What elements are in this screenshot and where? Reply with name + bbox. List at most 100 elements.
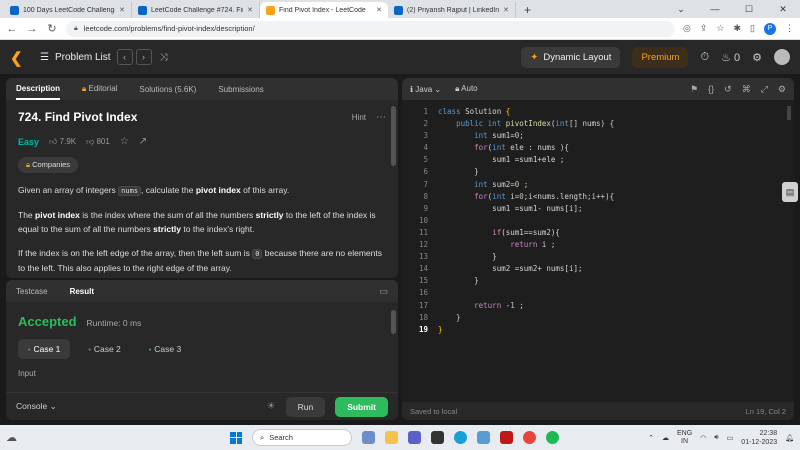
next-problem-button[interactable]: ›: [135, 49, 152, 65]
store-app-icon[interactable]: [431, 431, 444, 444]
sidebar-icon[interactable]: ▯: [750, 23, 755, 34]
problem-list-button[interactable]: ☰ Problem List: [40, 52, 111, 63]
chevron-down-icon: ⌄: [49, 401, 57, 411]
case-tab-3[interactable]: • Case 3: [139, 339, 191, 359]
debugger-bug-icon[interactable]: ☀: [267, 401, 276, 412]
close-window-button[interactable]: ✕: [766, 0, 800, 18]
case-tab-label: Case 1: [33, 344, 61, 354]
settings-app-icon[interactable]: [477, 431, 490, 444]
fullscreen-icon[interactable]: ⤢: [761, 84, 768, 95]
chevron-up-icon[interactable]: ⌃: [648, 434, 654, 442]
thumbs-down-icon: 👎︎: [86, 136, 95, 146]
timer-icon[interactable]: ⏱: [700, 51, 709, 64]
windows-start-icon[interactable]: [230, 431, 242, 444]
notification-bell-icon[interactable]: 🔔︎: [785, 434, 794, 442]
more-options-icon[interactable]: ⋯: [376, 112, 386, 123]
like-button[interactable]: 👍︎ 7.9K: [49, 137, 76, 147]
braces-format-icon[interactable]: {}: [708, 84, 714, 95]
bookmark-icon[interactable]: ⚑: [690, 84, 698, 95]
result-scrollbar[interactable]: [391, 310, 396, 334]
edge-browser-icon[interactable]: [454, 431, 467, 444]
side-note-icon[interactable]: ▤: [782, 182, 798, 202]
extensions-icon[interactable]: ✱: [734, 23, 742, 34]
editor-scrollbar[interactable]: [787, 106, 791, 120]
leetcode-logo-icon[interactable]: ❮: [10, 49, 26, 67]
console-toggle[interactable]: Console ⌄: [16, 401, 57, 412]
favorite-star-icon[interactable]: ☆: [120, 136, 129, 147]
share-icon[interactable]: ⇪: [700, 23, 708, 34]
weather-icon[interactable]: ☁: [6, 431, 17, 444]
user-avatar[interactable]: [774, 49, 790, 65]
dynamic-layout-button[interactable]: ✦ Dynamic Layout: [521, 46, 621, 68]
tab-description[interactable]: Description: [16, 78, 61, 100]
close-icon[interactable]: ✕: [247, 6, 253, 14]
google-lens-icon[interactable]: ◎: [683, 23, 691, 34]
wifi-icon[interactable]: ◠: [700, 434, 706, 442]
language-indicator[interactable]: ENG IN: [677, 430, 692, 446]
browser-tab-2[interactable]: LeetCode Challenge #724. Find ... ✕: [132, 2, 260, 18]
shuffle-icon[interactable]: ⤨: [160, 52, 168, 63]
code-line: 13 }: [418, 252, 497, 262]
tab-submissions[interactable]: Submissions: [218, 85, 263, 94]
prev-problem-button[interactable]: ‹: [116, 49, 133, 65]
os-taskbar: ☁ ⌕ Search ⌃ ☁ ENG IN ◠ 🔊︎ ▭ 22:38 01-12-2…: [0, 425, 800, 450]
run-button[interactable]: Run: [285, 396, 326, 417]
language-selector[interactable]: ℹ︎ Java ⌄: [410, 85, 441, 94]
browser-tab-1[interactable]: 100 Days LeetCode Challenge - ... ✕: [4, 2, 132, 18]
minimize-button[interactable]: —: [698, 0, 732, 18]
reload-icon[interactable]: ↻: [46, 22, 58, 35]
expand-panel-icon[interactable]: ▭: [379, 286, 388, 297]
chevron-down-icon[interactable]: ⌄: [664, 0, 698, 18]
volume-icon[interactable]: 🔊︎: [714, 434, 718, 442]
browser-tab-3[interactable]: Find Pivot Index - LeetCode ✕: [260, 2, 388, 18]
clock[interactable]: 22:38 01-12-2023: [741, 429, 777, 447]
streak-counter[interactable]: ♨ 0: [721, 51, 740, 64]
code-area[interactable]: 1 class Solution { 2 public int pivotInde…: [402, 106, 794, 336]
auto-mode-toggle[interactable]: 🔒︎ Auto: [455, 84, 478, 94]
description-paragraph-1: Given an array of integers nums, calcula…: [18, 185, 290, 196]
profile-avatar[interactable]: P: [764, 22, 776, 35]
case-tab-2[interactable]: • Case 2: [78, 339, 130, 359]
lang-line-1: ENG: [676, 429, 693, 437]
companies-tag[interactable]: 🔒︎ Companies: [18, 157, 79, 173]
problem-title: 724. Find Pivot Index: [18, 110, 138, 124]
onedrive-icon[interactable]: ☁: [662, 434, 669, 442]
description-scrollbar[interactable]: [391, 106, 396, 166]
premium-button[interactable]: Premium: [632, 46, 689, 68]
file-explorer-icon[interactable]: [385, 431, 398, 444]
tab-solutions[interactable]: Solutions (5.6K): [139, 85, 196, 94]
hint-button[interactable]: Hint: [352, 113, 366, 122]
teams-app-icon[interactable]: [408, 431, 421, 444]
bookmark-star-icon[interactable]: ☆: [716, 23, 724, 34]
case-tab-1[interactable]: • Case 1: [18, 339, 71, 359]
chrome-browser-icon[interactable]: [523, 431, 536, 444]
close-icon[interactable]: ✕: [376, 6, 382, 14]
close-icon[interactable]: ✕: [503, 6, 509, 14]
tab-testcase[interactable]: Testcase: [16, 287, 48, 296]
url-field[interactable]: 🔒︎ leetcode.com/problems/find-pivot-inde…: [66, 20, 676, 37]
photos-app-icon[interactable]: [362, 431, 375, 444]
mcafee-app-icon[interactable]: [500, 431, 513, 444]
maximize-button[interactable]: ☐: [732, 0, 766, 18]
menu-dots-icon[interactable]: ⋮: [785, 23, 794, 34]
shortcut-icon[interactable]: ⌘: [742, 84, 751, 95]
submit-button[interactable]: Submit: [335, 396, 388, 417]
settings-gear-icon[interactable]: ⚙: [752, 51, 762, 64]
tab-result[interactable]: Result: [70, 287, 94, 296]
description-panel: Description 🔒︎ Editorial Solutions (5.6K…: [6, 78, 398, 278]
tab-editorial[interactable]: 🔒︎ Editorial: [82, 84, 117, 94]
forward-arrow-icon[interactable]: →: [26, 23, 38, 35]
dislike-button[interactable]: 👎︎ 801: [86, 137, 110, 147]
battery-icon[interactable]: ▭: [727, 434, 734, 442]
taskbar-search[interactable]: ⌕ Search: [252, 429, 352, 446]
spotify-app-icon[interactable]: [546, 431, 559, 444]
back-arrow-icon[interactable]: ←: [6, 23, 18, 35]
close-icon[interactable]: ✕: [119, 6, 125, 14]
browser-tab-4[interactable]: (2) Priyansh Rajput | LinkedIn ✕: [388, 2, 516, 18]
new-tab-button[interactable]: +: [516, 2, 539, 18]
share-icon[interactable]: ↗: [139, 136, 147, 147]
companies-label: Companies: [32, 160, 71, 169]
editor-settings-icon[interactable]: ⚙: [778, 84, 786, 95]
reset-icon[interactable]: ↺: [724, 84, 732, 95]
code-line: 14 sum2 =sum2+ nums[i];: [418, 264, 583, 274]
